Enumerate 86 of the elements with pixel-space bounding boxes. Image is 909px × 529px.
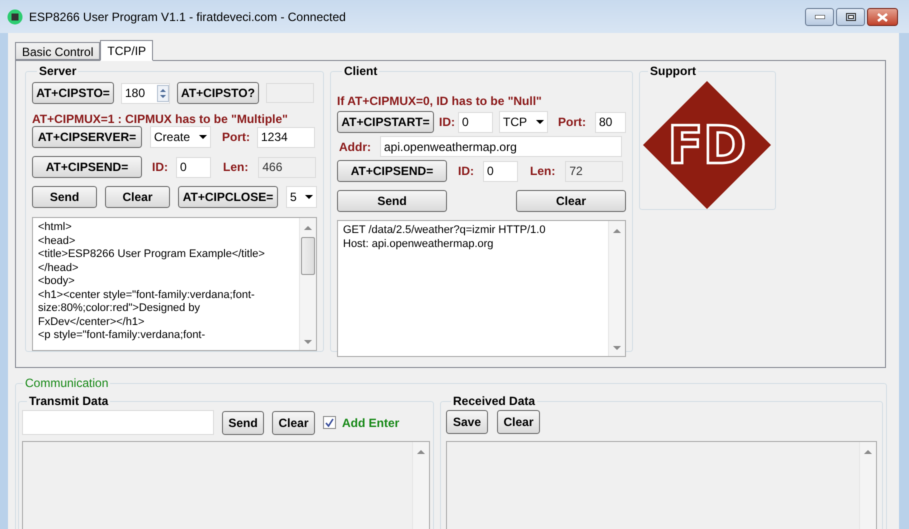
- text-line: size:80%;color:red">Designed by: [38, 302, 201, 316]
- group-title: Communication: [24, 375, 110, 392]
- scroll-up-icon[interactable]: [304, 226, 312, 230]
- chip-icon: [7, 8, 23, 24]
- scroll-up-icon[interactable]: [417, 450, 425, 454]
- window-title: ESP8266 User Program V1.1 - firatdeveci.com - Connected: [29, 8, 346, 26]
- clear-button[interactable]: Clear: [105, 186, 170, 208]
- group-title: Transmit Data: [28, 393, 110, 410]
- text-line: <h1><center style="font-family:verdana;font-: [38, 288, 256, 302]
- maximize-icon: [846, 13, 856, 21]
- group-title: Support: [649, 63, 697, 80]
- scrollbar[interactable]: [608, 221, 625, 356]
- address-field[interactable]: api.openweathermap.org: [380, 136, 622, 157]
- protocol-dropdown[interactable]: TCP: [499, 111, 548, 133]
- scrollbar[interactable]: [299, 218, 316, 350]
- port-field[interactable]: 1234: [257, 126, 315, 148]
- text-line: <head>: [38, 234, 76, 248]
- port-label: Port:: [558, 114, 586, 131]
- id-label: ID:: [439, 114, 455, 131]
- id-field[interactable]: 0: [176, 156, 211, 178]
- cipclose-button[interactable]: AT+CIPCLOSE=: [178, 186, 278, 208]
- scrollbar[interactable]: [859, 442, 876, 529]
- close-icon: [877, 12, 888, 22]
- cipmux-note: AT+CIPMUX=1 : CIPMUX has to be "Multiple": [32, 112, 288, 126]
- cipmux-note: If AT+CIPMUX=0, ID has to be "Null": [337, 94, 542, 108]
- scroll-thumb[interactable]: [301, 237, 315, 275]
- scroll-up-icon[interactable]: [613, 229, 621, 233]
- caret-icon: [536, 120, 544, 124]
- server-data-area[interactable]: [32, 217, 317, 351]
- cipsto-query-button[interactable]: AT+CIPSTO?: [177, 82, 259, 104]
- group-title: Client: [343, 63, 378, 80]
- text-line: <p style="font-family:verdana;font-: [38, 329, 206, 342]
- text-line: FxDev</center></h1>: [38, 316, 146, 329]
- save-button[interactable]: Save: [446, 410, 488, 434]
- port-field[interactable]: 80: [595, 112, 626, 132]
- addr-label: Addr:: [339, 138, 371, 156]
- tab[interactable]: Basic Control: [15, 42, 100, 60]
- cipserver-button[interactable]: AT+CIPSERVER=: [32, 126, 142, 148]
- transmit-input[interactable]: [22, 410, 214, 435]
- text-line: GET /data/2.5/weather?q=izmir HTTP/1.0: [343, 224, 546, 238]
- server-mode-dropdown[interactable]: Create: [150, 126, 211, 148]
- minimize-button[interactable]: [805, 8, 834, 26]
- id-field[interactable]: 0: [483, 160, 518, 182]
- clear-button[interactable]: Clear: [516, 190, 626, 212]
- group-title: Received Data: [452, 393, 536, 410]
- port-label: Port:: [222, 129, 250, 146]
- close-button[interactable]: [867, 8, 898, 26]
- tab[interactable]: TCP/IP: [100, 40, 154, 61]
- len-field[interactable]: 466: [258, 156, 316, 178]
- close-id-dropdown[interactable]: 5: [286, 186, 317, 208]
- caret-icon: [305, 195, 313, 199]
- client-data-area[interactable]: GET /data/2.5/weather?q=izmir HTTP/1.0 Host: api.openweathermap.org: [337, 220, 626, 357]
- scroll-up-icon[interactable]: [864, 450, 872, 454]
- send-button[interactable]: Send: [32, 186, 97, 208]
- clear-button[interactable]: Clear: [497, 410, 540, 434]
- cipsto-button[interactable]: AT+CIPSTO=: [32, 82, 114, 104]
- maximize-button[interactable]: [836, 8, 865, 26]
- group-title: Server: [38, 63, 78, 80]
- id-label: ID:: [458, 163, 474, 180]
- logo: FD: [643, 81, 771, 209]
- scroll-down-icon[interactable]: [304, 340, 312, 344]
- text-line: <html>: [38, 221, 73, 234]
- text-line: Host: api.openweathermap.org: [343, 238, 494, 251]
- clear-button[interactable]: Clear: [272, 410, 315, 434]
- send-button[interactable]: Send: [222, 410, 264, 434]
- len-label: Len:: [530, 163, 556, 180]
- id-field[interactable]: 0: [458, 112, 493, 132]
- check-icon: [325, 418, 334, 427]
- id-label: ID:: [152, 159, 168, 176]
- cipsend-button[interactable]: AT+CIPSEND=: [337, 160, 447, 182]
- minimize-icon: [814, 15, 824, 19]
- len-label: Len:: [223, 159, 248, 176]
- caret-icon: [199, 135, 207, 139]
- scrollbar[interactable]: [412, 442, 429, 529]
- add-enter-label: Add Enter: [342, 414, 400, 432]
- text-line: </head>: [38, 262, 80, 275]
- timeout-spinbox[interactable]: 180: [121, 82, 170, 104]
- spin-arrows-icon: [157, 84, 169, 102]
- cipstart-button[interactable]: AT+CIPSTART=: [337, 111, 434, 133]
- scroll-down-icon[interactable]: [613, 346, 621, 350]
- text-line: <body>: [38, 275, 76, 288]
- cipsend-button[interactable]: AT+CIPSEND=: [32, 156, 142, 178]
- send-button[interactable]: Send: [337, 190, 447, 212]
- len-field[interactable]: 72: [565, 160, 624, 182]
- text-line: <title>ESP8266 User Program Example</title>: [38, 248, 266, 262]
- add-enter-checkbox[interactable]: [323, 416, 336, 429]
